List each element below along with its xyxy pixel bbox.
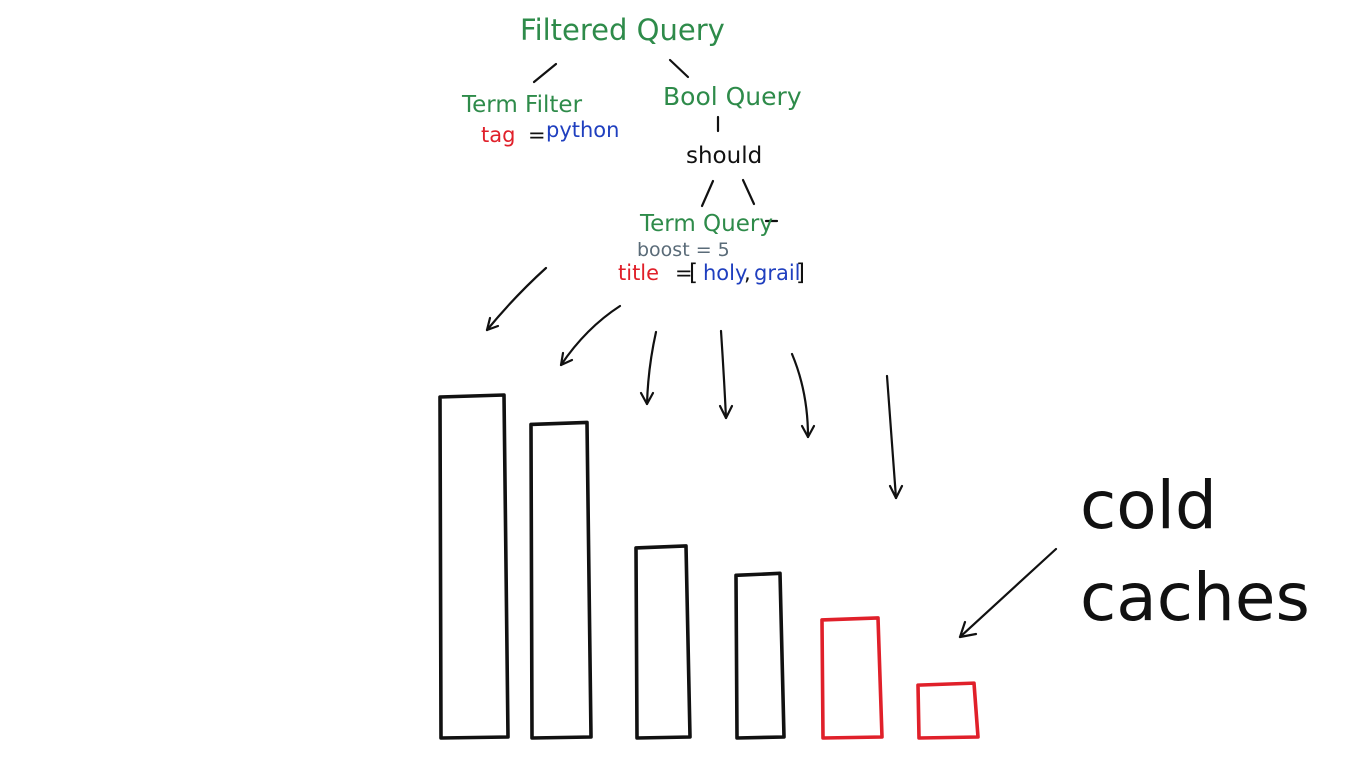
segment-bar-3: [634, 544, 692, 740]
arrow-to-segment-5: [790, 352, 816, 439]
diagram-canvas: Filtered Query Term Filter tag = python …: [0, 0, 1370, 758]
segment-bar-4: [734, 571, 786, 740]
arrow-to-segment-2: [559, 304, 622, 367]
segment-bars: [438, 393, 980, 740]
cold-segment-bar-5: [820, 616, 884, 740]
arrow-to-segment-3: [639, 330, 658, 406]
term-query-bracket-open: [: [689, 260, 698, 286]
term-query-value-grail: grail: [754, 261, 801, 285]
edge-should-to-more: [741, 178, 756, 206]
node-term-query: Term Query: [639, 211, 773, 237]
term-query-comma: ,: [744, 261, 751, 285]
edge-should-to-term-query: [700, 179, 715, 208]
node-term-filter: Term Filter: [461, 92, 583, 118]
node-bool-query: Bool Query: [663, 82, 802, 111]
edge-root-to-term-filter: [532, 62, 558, 84]
edge-root-to-bool-query: [668, 58, 690, 79]
segment-bar-1: [438, 393, 510, 740]
arrow-to-segment-6: [885, 374, 904, 500]
annotation-caches: caches: [1080, 559, 1310, 636]
term-query-value-holy: holy: [703, 261, 747, 285]
arrow-to-segment-4: [718, 329, 734, 420]
term-filter-value: python: [546, 118, 619, 142]
bool-should-clause: should: [686, 143, 762, 169]
node-filtered-query: Filtered Query: [520, 13, 725, 47]
annotation-cold: cold: [1080, 467, 1217, 544]
term-query-field: title: [618, 261, 659, 285]
term-query-boost: boost = 5: [637, 239, 730, 261]
term-query-bracket-close: ]: [796, 260, 805, 286]
segment-bar-2: [529, 420, 593, 740]
term-filter-field: tag: [481, 123, 515, 147]
query-tree-diagram: Filtered Query Term Filter tag = python …: [438, 13, 1310, 740]
cold-segment-bar-6: [916, 681, 980, 740]
arrow-to-cold-caches: [958, 547, 1058, 639]
term-filter-equals: =: [528, 123, 546, 147]
arrow-to-segment-1: [485, 266, 548, 332]
